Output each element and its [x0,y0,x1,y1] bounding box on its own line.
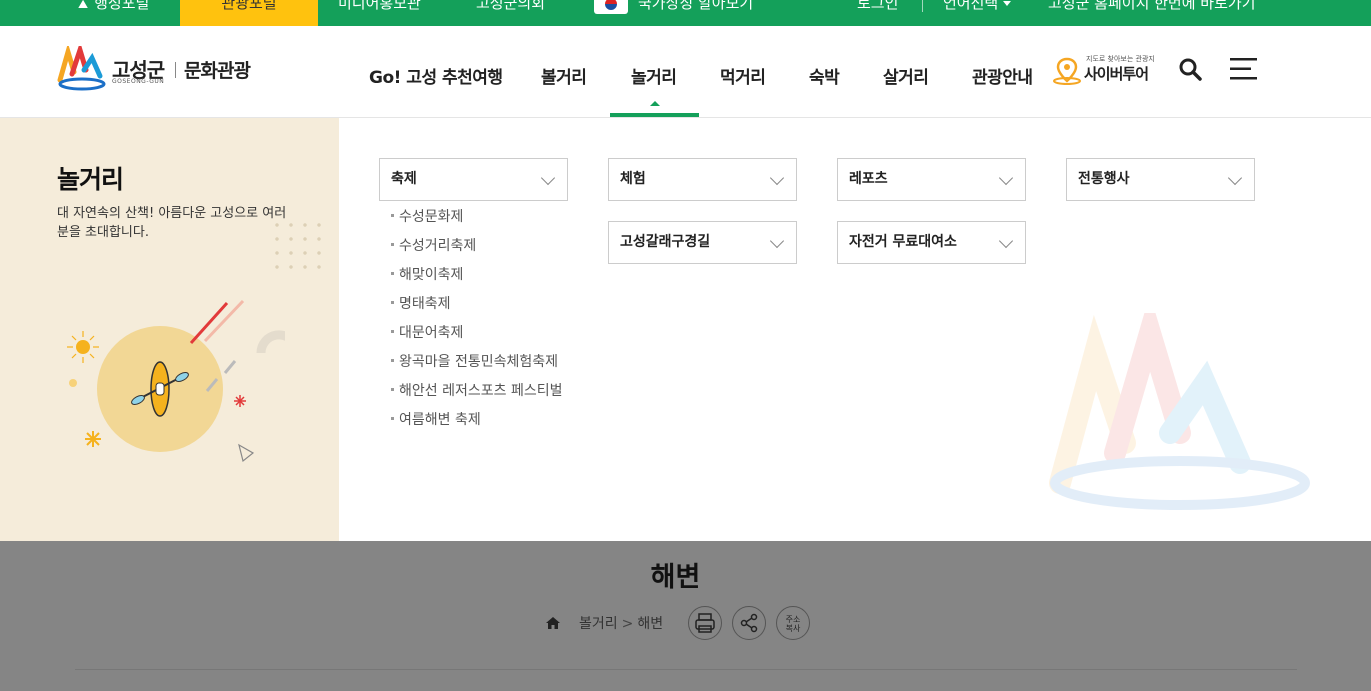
hamburger-menu-icon [1230,58,1257,80]
list-item[interactable]: 왕곡마을 전통민속체험축제 [391,351,562,380]
dropdown-experience[interactable]: 체험 [608,158,797,201]
print-button[interactable] [688,606,722,640]
nav-recommended-trip[interactable]: Go! 고성 추천여행 [369,63,503,88]
print-icon [695,613,715,633]
topbar-link-media[interactable]: 미디어홍보관 [338,0,448,26]
dropdown-festival-label: 축제 [391,171,417,187]
copy-address-button[interactable]: 주소 복사 [776,606,810,640]
topbar-link-national-symbol[interactable]: 국가상징 알아보기 [594,0,784,26]
home-icon[interactable] [545,616,561,630]
nav-sights[interactable]: 볼거리 [541,63,587,88]
logo-section-title: 문화관광 [184,60,251,82]
active-nav-arrow-icon [650,101,660,106]
list-item[interactable]: 여름해변 축제 [391,409,562,438]
homepage-shortcut-link[interactable]: 고성군 홈페이지 한번에 바로가기 [1048,0,1288,26]
mega-menu-panel: 놀거리 대 자연속의 산책! 아름다운 고성으로 여러분을 초대합니다. 축제 … [0,118,1371,541]
dropdown-leisure-sports[interactable]: 레포츠 [837,158,1026,201]
list-item[interactable]: 수성문화제 [391,206,562,235]
list-item[interactable]: 해안선 레저스포츠 페스티벌 [391,380,562,409]
nav-tourism-info[interactable]: 관광안내 [972,63,1033,88]
mega-menu-intro: 놀거리 대 자연속의 산책! 아름다운 고성으로 여러분을 초대합니다. [0,118,339,541]
site-header: 고성군 GOSEONG-GUN 문화관광 Go! 고성 추천여행 볼거리 놀거리… [0,26,1371,118]
goseong-logo-icon [57,46,106,91]
list-item[interactable]: 대문어축제 [391,322,562,351]
chevron-down-icon [540,170,556,186]
dropdown-leisure-sports-label: 레포츠 [849,171,888,187]
topbar-divider [922,0,923,12]
dropdown-galrae-trail-label: 고성갈래구경길 [620,234,711,250]
topbar-link-tourism[interactable]: 관광포털 [180,0,318,26]
dropdown-festival[interactable]: 축제 [379,158,568,201]
active-nav-indicator [610,113,699,117]
nav-lodging[interactable]: 숙박 [809,63,840,88]
dropdown-experience-label: 체험 [620,171,646,187]
kayak-illustration-icon [67,299,285,463]
nav-activities[interactable]: 놀거리 [631,63,677,88]
list-item[interactable]: 명태축제 [391,293,562,322]
share-button[interactable] [732,606,766,640]
breadcrumb: 볼거리 > 해변 [545,613,663,633]
watermark-logo-icon [1049,313,1310,510]
map-pin-icon [1053,57,1081,85]
dropdown-free-bike-rental-label: 자전거 무료대여소 [849,234,957,250]
dropdown-traditional-events[interactable]: 전통행사 [1066,158,1255,201]
language-select[interactable]: 언어선택 [943,0,1033,26]
dropdown-traditional-events-label: 전통행사 [1078,171,1130,187]
chevron-down-icon [769,170,785,186]
nav-food[interactable]: 먹거리 [720,63,766,88]
cyber-tour-link[interactable]: 지도로 찾아보는 관광지 사이버투어 [1052,54,1162,85]
chevron-down-icon [769,233,785,249]
search-icon [1179,58,1202,81]
search-button[interactable] [1178,57,1202,81]
mega-menu-description: 대 자연속의 산책! 아름다운 고성으로 여러분을 초대합니다. [57,206,287,240]
breadcrumb-separator-icon: > [621,616,634,632]
breadcrumb-item-current: 해변 [637,616,664,632]
topbar-link-admin[interactable]: ⛰ 행정포털 [78,0,178,26]
top-utility-bar: ⛰ 행정포털 관광포털 미디어홍보관 고성군의회 국가상징 알아보기 로그인 언어… [0,0,1371,26]
dropdown-free-bike-rental[interactable]: 자전거 무료대여소 [837,221,1026,264]
caret-down-icon [1003,1,1012,6]
decorative-dots [270,218,330,278]
chevron-down-icon [1227,170,1243,186]
page-content-overlay: 해변 볼거리 > 해변 주소 복사 [0,541,1371,691]
list-item[interactable]: 수성거리축제 [391,235,562,264]
chevron-down-icon [998,233,1014,249]
mega-menu-title: 놀거리 [57,165,124,194]
festival-submenu: 수성문화제 수성거리축제 해맞이축제 명태축제 대문어축제 왕곡마을 전통민속체… [391,206,562,438]
chevron-down-icon [998,170,1014,186]
all-menu-button[interactable] [1230,57,1257,81]
topbar-link-council[interactable]: 고성군의회 [476,0,576,26]
page-title: 해변 [650,562,701,593]
logo-divider [175,62,176,78]
copy-address-label: 주소 복사 [785,615,801,633]
list-item[interactable]: 해맞이축제 [391,264,562,293]
cyber-tour-title: 사이버투어 [1084,65,1149,83]
site-logo[interactable]: 고성군 GOSEONG-GUN 문화관광 [56,46,266,92]
logo-subtext: GOSEONG-GUN [112,78,165,85]
content-divider [75,669,1297,670]
nav-shopping[interactable]: 살거리 [883,63,929,88]
korean-flag-icon [594,0,628,14]
share-icon [740,613,758,633]
breadcrumb-item[interactable]: 볼거리 [579,616,618,632]
dropdown-galrae-trail[interactable]: 고성갈래구경길 [608,221,797,264]
admin-logo-icon: ⛰ [78,0,89,11]
login-link[interactable]: 로그인 [857,0,917,26]
